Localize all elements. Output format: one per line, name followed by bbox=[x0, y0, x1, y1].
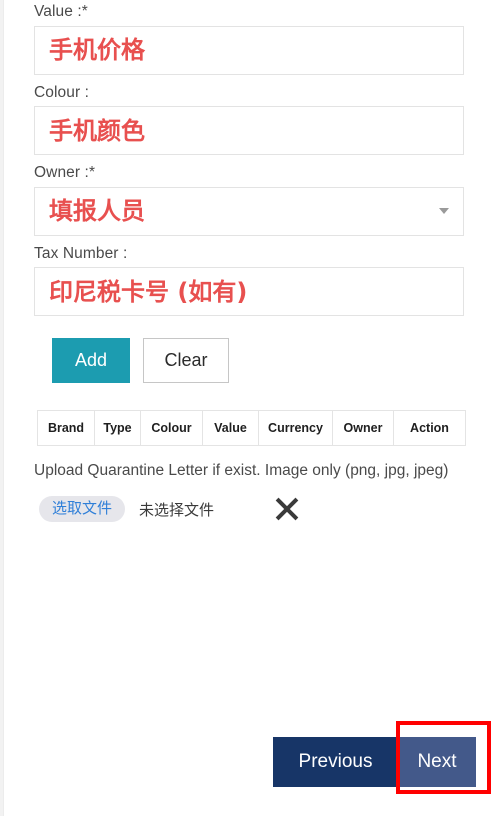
input-value[interactable]: 手机价格 bbox=[34, 25, 464, 75]
choose-file-button[interactable]: 选取文件 bbox=[39, 496, 126, 523]
page-left-edge bbox=[0, 0, 4, 816]
select-owner[interactable]: 填报人员 bbox=[34, 186, 464, 236]
table-header-type: Type bbox=[94, 410, 141, 446]
table-header-brand: Brand bbox=[37, 410, 95, 446]
input-colour-text: 手机颜色 bbox=[49, 116, 145, 145]
close-x-icon[interactable] bbox=[270, 492, 304, 526]
input-colour[interactable]: 手机颜色 bbox=[34, 106, 464, 155]
form-page: Value :* 手机价格 Colour : 手机颜色 Owner :* 填报人… bbox=[0, 0, 500, 816]
items-table-wrapper: Brand Type Colour Value Currency Owner A… bbox=[34, 410, 466, 446]
next-button[interactable]: Next bbox=[398, 737, 476, 787]
form-content: Value :* 手机价格 Colour : 手机颜色 Owner :* 填报人… bbox=[34, 0, 466, 524]
table-header-colour: Colour bbox=[140, 410, 203, 446]
input-value-text: 手机价格 bbox=[49, 36, 145, 64]
items-table: Brand Type Colour Value Currency Owner A… bbox=[37, 410, 466, 446]
table-header-owner: Owner bbox=[332, 410, 394, 446]
label-owner: Owner :* bbox=[34, 164, 96, 181]
table-header-currency: Currency bbox=[258, 410, 333, 446]
table-header-row: Brand Type Colour Value Currency Owner A… bbox=[37, 410, 466, 446]
label-colour: Colour : bbox=[34, 83, 90, 101]
upload-instructions: Upload Quarantine Letter if exist. Image… bbox=[34, 462, 449, 479]
label-tax-number: Tax Number : bbox=[34, 244, 128, 262]
select-owner-text: 填报人员 bbox=[49, 197, 145, 225]
add-button[interactable]: Add bbox=[52, 338, 130, 383]
form-action-buttons: Add Clear bbox=[34, 338, 464, 383]
previous-button[interactable]: Previous bbox=[273, 737, 398, 787]
label-value: Value :* bbox=[34, 3, 88, 20]
table-header-action: Action bbox=[393, 410, 466, 446]
input-tax-number-text: 印尼税卡号 (如有) bbox=[49, 277, 248, 306]
input-tax-number[interactable]: 印尼税卡号 (如有) bbox=[34, 267, 464, 316]
chevron-down-icon bbox=[439, 208, 449, 214]
wizard-navigation: Previous Next bbox=[273, 737, 476, 787]
clear-button[interactable]: Clear bbox=[143, 338, 229, 383]
table-header-value: Value bbox=[202, 410, 259, 446]
file-upload-row: 选取文件 未选择文件 bbox=[34, 494, 464, 524]
file-status-text: 未选择文件 bbox=[139, 500, 215, 519]
